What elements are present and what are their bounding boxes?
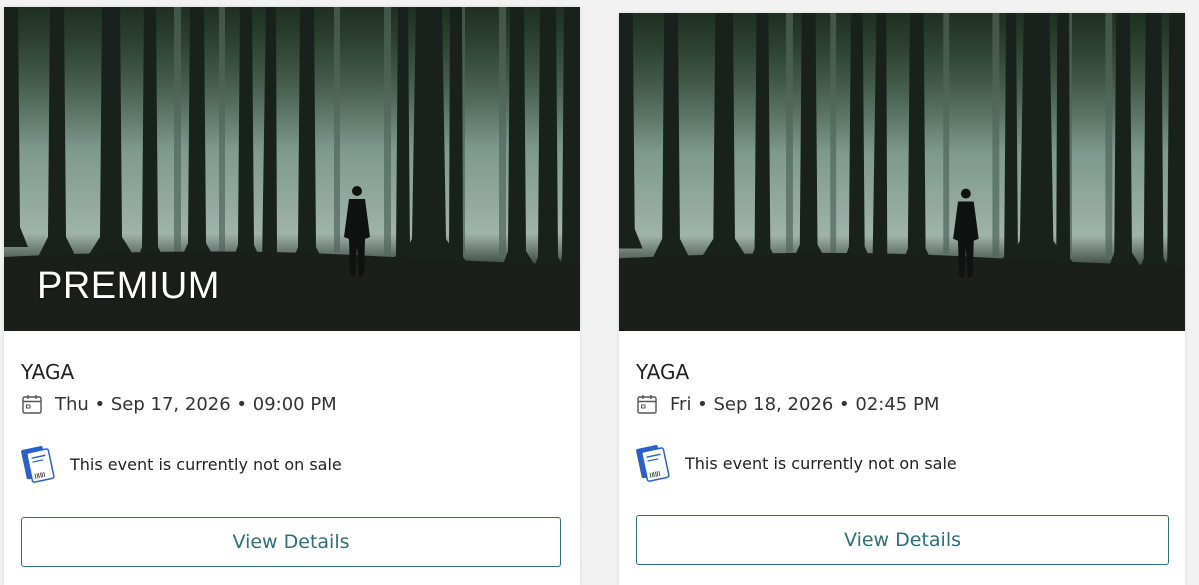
sale-status-row: This event is currently not on sale bbox=[635, 442, 957, 484]
premium-badge: PREMIUM bbox=[37, 265, 220, 307]
calendar-icon bbox=[637, 395, 657, 414]
event-date: Thu • Sep 17, 2026 • 09:00 PM bbox=[55, 393, 337, 415]
event-title[interactable]: YAGA bbox=[636, 360, 689, 384]
sale-status-row: This event is currently not on sale bbox=[20, 443, 342, 485]
event-date-row: Thu • Sep 17, 2026 • 09:00 PM bbox=[21, 393, 337, 415]
forest-image bbox=[619, 13, 1185, 331]
event-date: Fri • Sep 18, 2026 • 02:45 PM bbox=[670, 393, 940, 415]
event-card[interactable]: PREMIUM YAGA Thu • Sep 17, 2026 • 09:00 … bbox=[4, 7, 580, 585]
event-title[interactable]: YAGA bbox=[21, 360, 74, 384]
ticket-icon bbox=[21, 446, 55, 483]
calendar-icon bbox=[22, 395, 42, 414]
event-image[interactable] bbox=[619, 13, 1185, 331]
sale-status-text: This event is currently not on sale bbox=[685, 453, 957, 473]
view-details-button[interactable]: View Details bbox=[636, 515, 1169, 565]
sale-status-text: This event is currently not on sale bbox=[70, 454, 342, 474]
event-date-row: Fri • Sep 18, 2026 • 02:45 PM bbox=[636, 393, 939, 415]
event-card[interactable]: YAGA Fri • Sep 18, 2026 • 02:45 PM This … bbox=[619, 13, 1185, 585]
ticket-icon bbox=[636, 445, 670, 482]
view-details-button[interactable]: View Details bbox=[21, 517, 561, 567]
event-image[interactable]: PREMIUM bbox=[4, 7, 580, 331]
